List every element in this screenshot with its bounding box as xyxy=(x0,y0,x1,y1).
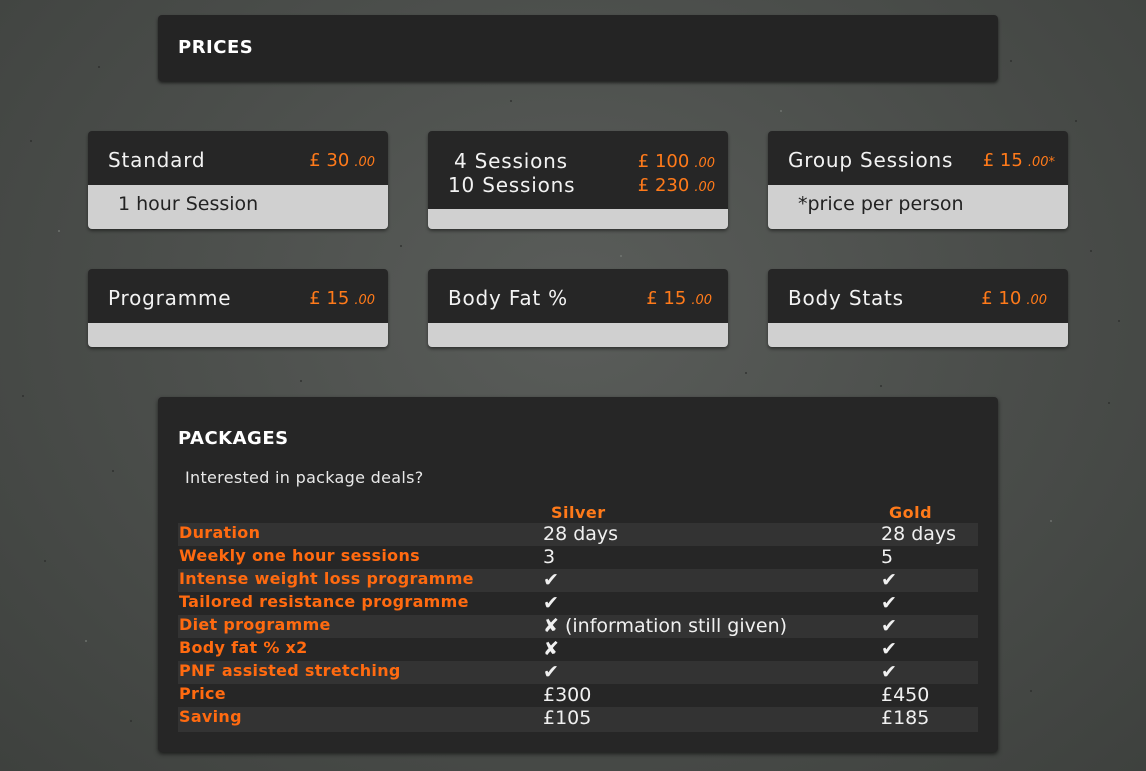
gold-value: 5 xyxy=(881,546,894,568)
silver-value: ✔ xyxy=(543,661,559,683)
card-name: Standard xyxy=(108,148,206,172)
gold-value: 28 days xyxy=(881,523,957,545)
gold-value: ✔ xyxy=(881,638,897,660)
row-label: PNF assisted stretching xyxy=(179,661,401,680)
card-note: 1 hour Session xyxy=(118,193,259,215)
price-card-body-stats: Body Stats £ 10 .00 xyxy=(768,269,1068,347)
table-row: Saving £105 £185 xyxy=(178,707,978,732)
price-pounds: 15 xyxy=(326,288,350,309)
card-name-10-sessions: 10 Sessions xyxy=(448,173,576,197)
row-label: Intense weight loss programme xyxy=(179,569,474,588)
currency-symbol: £ xyxy=(309,150,321,171)
card-name: Programme xyxy=(108,286,232,310)
prices-heading: PRICES xyxy=(178,37,254,58)
row-label: Tailored resistance programme xyxy=(179,592,469,611)
silver-value: £105 xyxy=(543,707,592,729)
price-pence: .00 xyxy=(354,155,375,170)
currency-symbol: £ xyxy=(646,288,658,309)
card-price-10-sessions: £ 230 .00 xyxy=(638,175,715,196)
silver-value: ✘ xyxy=(543,638,559,660)
card-price: £ 15 .00 xyxy=(646,288,712,309)
price-card-programme: Programme £ 15 .00 xyxy=(88,269,388,347)
currency-symbol: £ xyxy=(637,175,650,196)
packages-intro: Interested in package deals? xyxy=(185,468,424,487)
silver-value: 28 days xyxy=(543,523,619,545)
price-pence: .00 xyxy=(694,180,715,195)
card-price: £ 15 .00 xyxy=(309,288,375,309)
silver-value: £300 xyxy=(543,684,592,706)
price-pence: .00 xyxy=(691,293,712,308)
prices-header-panel: PRICES xyxy=(158,15,998,81)
table-row: Weekly one hour sessions 3 5 xyxy=(178,546,978,569)
price-pounds: 230 xyxy=(654,175,690,196)
row-label: Diet programme xyxy=(179,615,331,634)
packages-heading: PACKAGES xyxy=(178,428,289,449)
card-price: £ 15 .00* xyxy=(983,150,1055,171)
table-row: Diet programme ✘ (information still give… xyxy=(178,615,978,638)
table-row: Price £300 £450 xyxy=(178,684,978,707)
price-pounds: 15 xyxy=(663,288,687,309)
packages-table: Duration 28 days 28 days Weekly one hour… xyxy=(178,523,978,732)
table-row: Intense weight loss programme ✔ ✔ xyxy=(178,569,978,592)
gold-value: £185 xyxy=(881,707,930,729)
row-label: Weekly one hour sessions xyxy=(179,546,420,565)
gold-value: ✔ xyxy=(881,569,897,591)
card-name: Group Sessions xyxy=(788,148,954,172)
column-header-silver: Silver xyxy=(551,503,606,522)
price-card-body-fat: Body Fat % £ 15 .00 xyxy=(428,269,728,347)
card-name-4-sessions: 4 Sessions xyxy=(454,149,568,173)
card-note: *price per person xyxy=(798,193,964,215)
price-pounds: 30 xyxy=(326,150,350,171)
currency-symbol: £ xyxy=(981,288,993,309)
silver-value: 3 xyxy=(543,546,556,568)
silver-value: ✘ (information still given) xyxy=(543,615,788,637)
row-label: Duration xyxy=(179,523,261,542)
table-row: Tailored resistance programme ✔ ✔ xyxy=(178,592,978,615)
packages-panel: PACKAGES Interested in package deals? Si… xyxy=(158,397,998,752)
price-pounds: 10 xyxy=(998,288,1022,309)
gold-value: £450 xyxy=(881,684,930,706)
row-label: Saving xyxy=(179,707,242,726)
column-header-gold: Gold xyxy=(889,503,933,522)
currency-symbol: £ xyxy=(309,288,321,309)
silver-value: ✔ xyxy=(543,569,559,591)
silver-value: ✔ xyxy=(543,592,559,614)
price-pence: .00 xyxy=(354,293,375,308)
price-pence: .00* xyxy=(1027,155,1055,170)
table-row: Duration 28 days 28 days xyxy=(178,523,978,546)
gold-value: ✔ xyxy=(881,615,897,637)
card-name: Body Fat % xyxy=(448,286,568,310)
card-price: £ 30 .00 xyxy=(309,150,375,171)
currency-symbol: £ xyxy=(637,151,650,172)
gold-value: ✔ xyxy=(881,592,897,614)
card-price: £ 10 .00 xyxy=(981,288,1047,309)
price-card-standard: Standard £ 30 .00 1 hour Session xyxy=(88,131,388,229)
price-pence: .00 xyxy=(694,156,715,171)
gold-value: ✔ xyxy=(881,661,897,683)
price-pounds: 15 xyxy=(999,150,1023,171)
row-label: Body fat % x2 xyxy=(179,638,308,657)
currency-symbol: £ xyxy=(982,150,995,171)
table-row: Body fat % x2 ✘ ✔ xyxy=(178,638,978,661)
table-row: PNF assisted stretching ✔ ✔ xyxy=(178,661,978,684)
price-pounds: 100 xyxy=(654,151,690,172)
price-card-sessions: 4 Sessions 10 Sessions £ 100 .00 £ 230 .00 xyxy=(428,131,728,229)
price-card-group-sessions: Group Sessions £ 15 .00* *price per perso… xyxy=(768,131,1068,229)
card-name: Body Stats xyxy=(788,286,904,310)
price-pence: .00 xyxy=(1026,293,1047,308)
card-price-4-sessions: £ 100 .00 xyxy=(638,151,715,172)
row-label: Price xyxy=(179,684,226,703)
